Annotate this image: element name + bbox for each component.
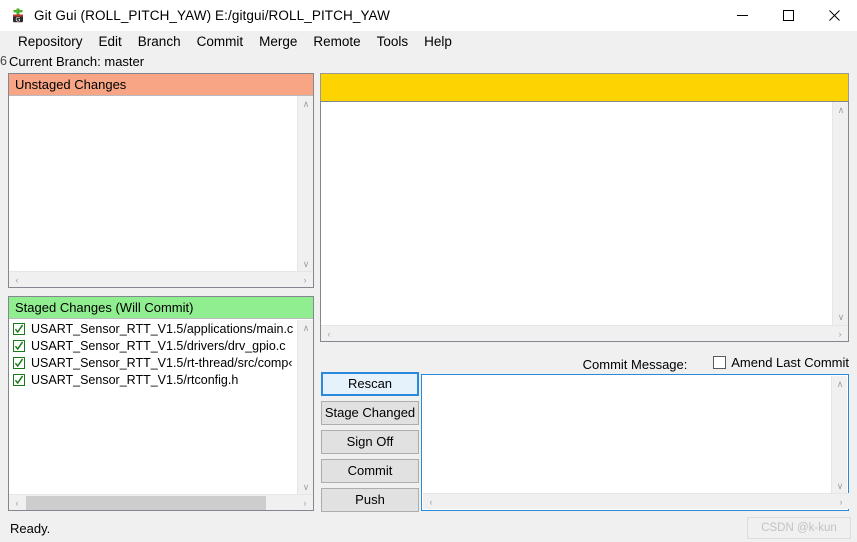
commit-message-horizontal-scrollbar[interactable]: ‹ ›	[423, 493, 849, 509]
minimize-button[interactable]	[719, 0, 765, 31]
watermark: CSDN @k-kun	[747, 517, 851, 539]
branch-clipped-prefix: 6	[0, 54, 7, 68]
scroll-left-icon[interactable]: ‹	[9, 272, 25, 288]
unstaged-vertical-scrollbar[interactable]: ∧ ∨	[297, 96, 313, 272]
list-item[interactable]: USART_Sensor_RTT_V1.5/rtconfig.h	[9, 371, 297, 388]
unstaged-changes-panel: Unstaged Changes ∧ ∨ ‹ ›	[8, 73, 314, 288]
commit-message-input[interactable]	[424, 377, 831, 493]
scroll-up-icon[interactable]: ∧	[832, 376, 848, 392]
staged-vertical-scrollbar[interactable]: ∧ ∨	[297, 320, 313, 495]
checked-checkbox-icon[interactable]	[13, 339, 25, 352]
scroll-down-icon[interactable]: ∨	[832, 478, 848, 494]
unstaged-file-list[interactable]	[9, 96, 297, 271]
staged-changes-panel: Staged Changes (Will Commit) USART_Senso…	[8, 296, 314, 511]
scroll-up-icon[interactable]: ∧	[298, 96, 314, 112]
unstaged-horizontal-scrollbar[interactable]: ‹ ›	[9, 271, 313, 287]
scroll-down-icon[interactable]: ∨	[833, 309, 849, 325]
staged-file-path: USART_Sensor_RTT_V1.5/drivers/drv_gpio.c	[31, 338, 286, 353]
window-title: Git Gui (ROLL_PITCH_YAW) E:/gitgui/ROLL_…	[34, 8, 390, 23]
diff-vertical-scrollbar[interactable]: ∧ ∨	[832, 102, 848, 325]
menu-remote[interactable]: Remote	[305, 32, 368, 51]
staged-file-path: USART_Sensor_RTT_V1.5/applications/main.…	[31, 321, 294, 336]
sign-off-button[interactable]: Sign Off	[321, 430, 419, 454]
amend-last-commit-label: Amend Last Commit	[731, 355, 849, 370]
push-button[interactable]: Push	[321, 488, 419, 512]
scroll-left-icon[interactable]: ‹	[423, 494, 439, 510]
list-item[interactable]: USART_Sensor_RTT_V1.5/rt-thread/src/comp…	[9, 354, 297, 371]
diff-header-bar	[320, 73, 849, 101]
title-bar: G Git Gui (ROLL_PITCH_YAW) E:/gitgui/ROL…	[0, 0, 857, 32]
menu-edit[interactable]: Edit	[91, 32, 130, 51]
close-button[interactable]	[811, 0, 857, 31]
watermark-text: CSDN @k-kun	[761, 522, 837, 534]
menu-commit[interactable]: Commit	[189, 32, 252, 51]
menu-merge[interactable]: Merge	[251, 32, 305, 51]
scroll-right-icon[interactable]: ›	[833, 494, 849, 510]
git-gui-icon: G	[10, 8, 26, 24]
status-text: Ready.	[10, 520, 51, 536]
window-controls	[719, 0, 857, 31]
commit-button[interactable]: Commit	[321, 459, 419, 483]
staged-changes-header: Staged Changes (Will Commit)	[9, 297, 313, 319]
rescan-button[interactable]: Rescan	[321, 372, 419, 396]
menu-repository[interactable]: Repository	[10, 32, 91, 51]
menu-tools[interactable]: Tools	[369, 32, 417, 51]
menu-bar: Repository Edit Branch Commit Merge Remo…	[0, 31, 857, 52]
current-branch-row: 6 Current Branch: master	[0, 52, 857, 70]
staged-file-path: USART_Sensor_RTT_V1.5/rtconfig.h	[31, 372, 239, 387]
menu-help[interactable]: Help	[416, 32, 460, 51]
scroll-right-icon[interactable]: ›	[832, 326, 848, 342]
action-button-column: Rescan Stage Changed Sign Off Commit Pus…	[321, 372, 419, 517]
commit-message-header: Commit Message: Amend Last Commit	[421, 354, 849, 374]
diff-horizontal-scrollbar[interactable]: ‹ ›	[321, 325, 848, 341]
menu-branch[interactable]: Branch	[130, 32, 189, 51]
scroll-down-icon[interactable]: ∨	[298, 256, 314, 272]
scroll-right-icon[interactable]: ›	[297, 272, 313, 288]
diff-text-area[interactable]	[321, 102, 832, 325]
scroll-left-icon[interactable]: ‹	[321, 326, 337, 342]
diff-viewer-panel: ∧ ∨ ‹ ›	[320, 101, 849, 342]
maximize-button[interactable]	[765, 0, 811, 31]
checkbox-icon[interactable]	[713, 356, 727, 369]
checked-checkbox-icon[interactable]	[13, 373, 25, 386]
unstaged-changes-header: Unstaged Changes	[9, 74, 313, 96]
staged-horizontal-scrollbar[interactable]: ‹ ›	[9, 494, 313, 510]
checked-checkbox-icon[interactable]	[13, 322, 25, 335]
current-branch-label: Current Branch: master	[9, 53, 145, 69]
scroll-right-icon[interactable]: ›	[297, 495, 313, 511]
scrollbar-thumb[interactable]	[26, 496, 266, 510]
stage-changed-button[interactable]: Stage Changed	[321, 401, 419, 425]
scroll-left-icon[interactable]: ‹	[9, 495, 25, 511]
checked-checkbox-icon[interactable]	[13, 356, 25, 369]
git-gui-window: G Git Gui (ROLL_PITCH_YAW) E:/gitgui/ROL…	[0, 0, 857, 542]
commit-message-vertical-scrollbar[interactable]: ∧ ∨	[831, 376, 847, 494]
commit-message-panel: ∧ ∨ ‹ ›	[421, 374, 849, 511]
staged-file-path: USART_Sensor_RTT_V1.5/rt-thread/src/comp…	[31, 355, 293, 370]
scroll-up-icon[interactable]: ∧	[298, 320, 314, 336]
list-item[interactable]: USART_Sensor_RTT_V1.5/applications/main.…	[9, 320, 297, 337]
list-item[interactable]: USART_Sensor_RTT_V1.5/drivers/drv_gpio.c	[9, 337, 297, 354]
status-bar: Ready. CSDN @k-kun	[0, 514, 857, 542]
scroll-up-icon[interactable]: ∧	[833, 102, 849, 118]
staged-file-list[interactable]: USART_Sensor_RTT_V1.5/applications/main.…	[9, 320, 297, 494]
scroll-down-icon[interactable]: ∨	[298, 479, 314, 495]
amend-last-commit-checkbox[interactable]: Amend Last Commit	[713, 355, 849, 370]
svg-text:G: G	[16, 16, 21, 23]
